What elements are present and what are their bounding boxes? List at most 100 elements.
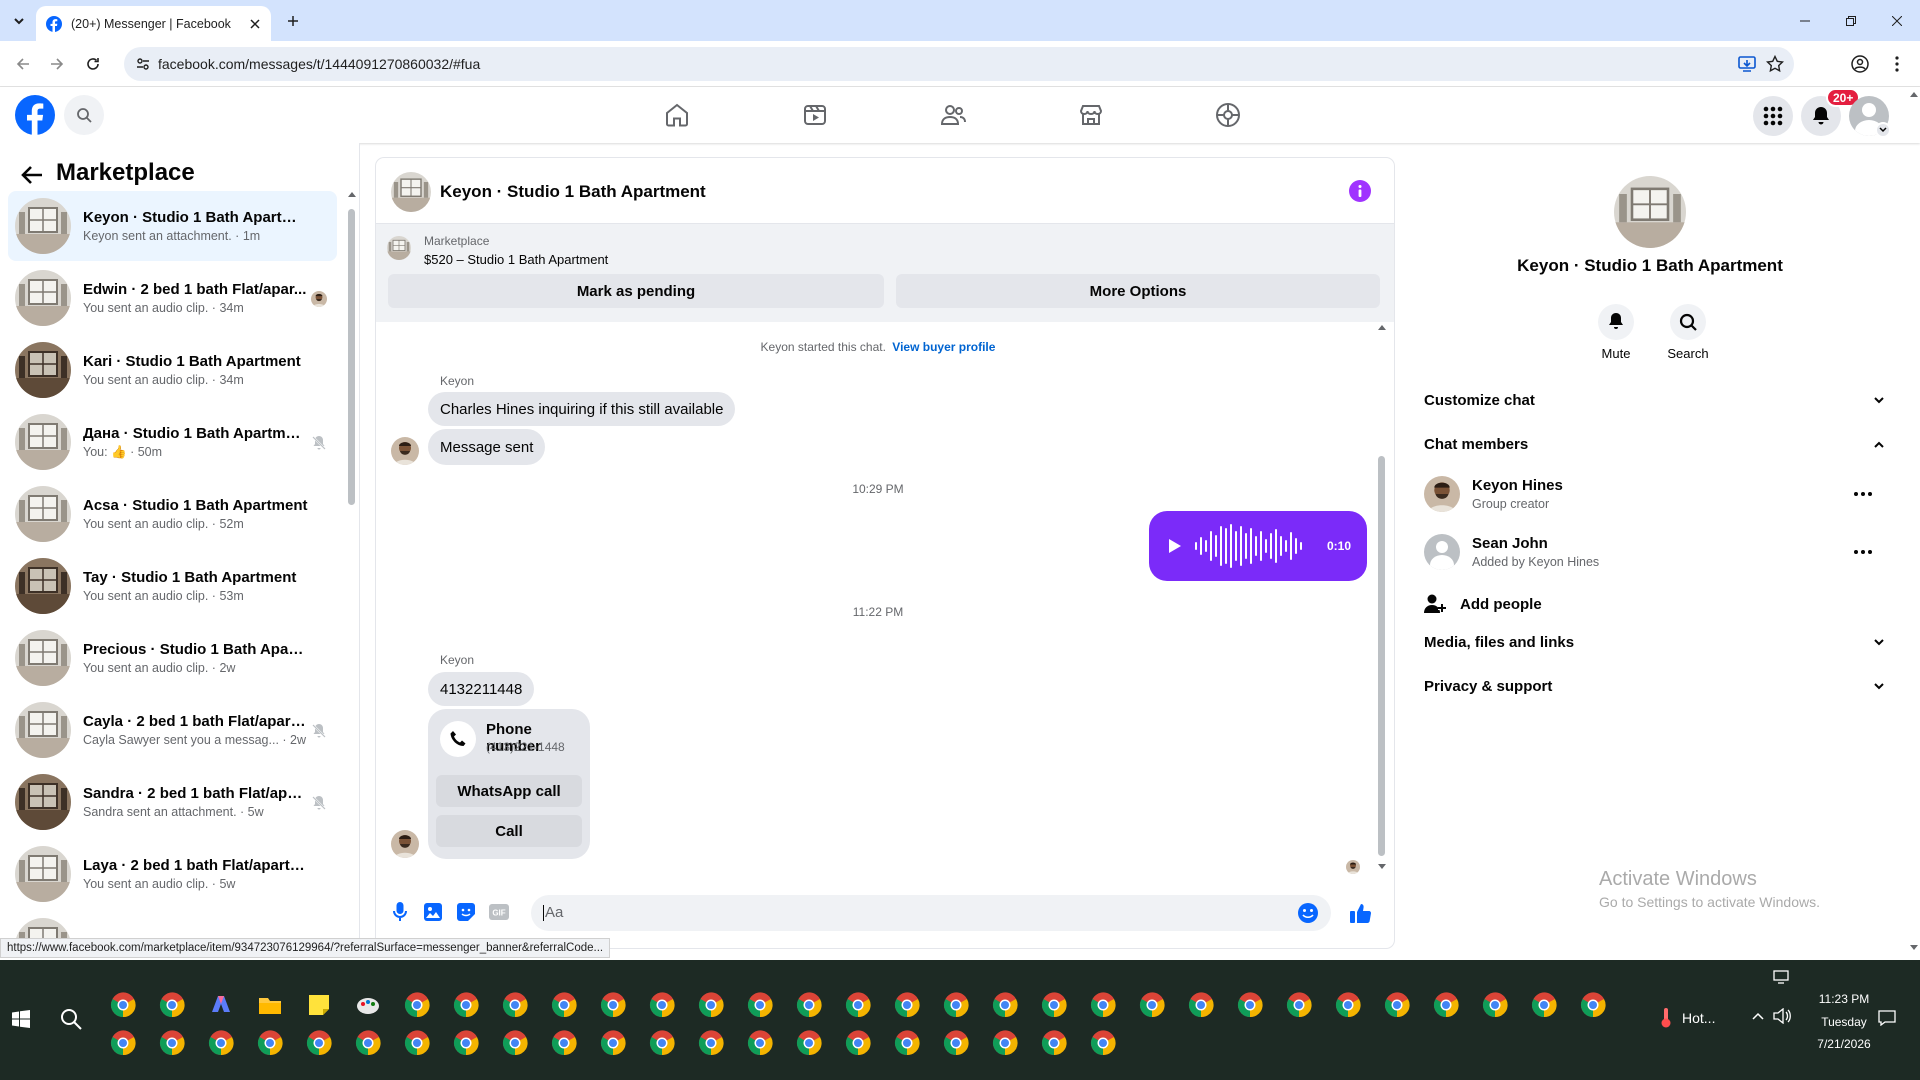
chrome-app-icon[interactable] <box>1041 992 1067 1018</box>
more-options-icon[interactable] <box>1854 492 1872 496</box>
profile-button[interactable] <box>1845 49 1875 79</box>
customize-chat-section[interactable]: Customize chat <box>1424 382 1884 418</box>
call-button[interactable]: Call <box>436 815 582 847</box>
facebook-logo[interactable] <box>15 95 55 135</box>
chrome-app-icon[interactable] <box>110 1030 136 1056</box>
chrome-app-icon[interactable] <box>796 1030 822 1056</box>
chrome-app-icon[interactable] <box>453 992 479 1018</box>
chat-list-item[interactable]: Precious · Studio 1 Bath Apartm... You se… <box>8 623 337 693</box>
scrollbar-thumb[interactable] <box>348 209 355 505</box>
chrome-app-icon[interactable] <box>1531 992 1557 1018</box>
start-button[interactable] <box>12 1010 36 1034</box>
taskbar-search-button[interactable] <box>60 1008 84 1032</box>
site-info-icon[interactable] <box>136 57 150 71</box>
chrome-app-icon[interactable] <box>159 992 185 1018</box>
chrome-app-icon[interactable] <box>698 1030 724 1056</box>
chrome-app-icon[interactable] <box>306 1030 332 1056</box>
new-tab-button[interactable] <box>282 10 304 32</box>
chrome-app-icon[interactable] <box>1580 992 1606 1018</box>
chrome-app-icon[interactable] <box>208 1030 234 1056</box>
nav-friends[interactable] <box>933 97 973 133</box>
privacy-support-section[interactable]: Privacy & support <box>1424 668 1884 704</box>
chat-members-section[interactable]: Chat members <box>1424 426 1884 462</box>
scrollbar-thumb[interactable] <box>1378 456 1385 856</box>
notification-center-icon[interactable] <box>1773 970 1789 984</box>
chrome-app-icon[interactable] <box>747 1030 773 1056</box>
sender-avatar[interactable] <box>391 830 419 858</box>
tray-chevron-up-icon[interactable] <box>1752 1012 1764 1020</box>
banner-item[interactable]: $520 – Studio 1 Bath Apartment <box>424 252 608 267</box>
search-button[interactable] <box>64 95 104 135</box>
paint-icon[interactable] <box>355 992 381 1018</box>
tab-search-button[interactable] <box>8 10 30 32</box>
send-like-button[interactable] <box>1346 898 1376 928</box>
chrome-app-icon[interactable] <box>1041 1030 1067 1056</box>
chat-list-item[interactable]: Laya · 2 bed 1 bath Flat/apartment You se… <box>8 839 337 909</box>
close-tab-icon[interactable] <box>249 18 261 30</box>
chrome-app-icon[interactable] <box>796 992 822 1018</box>
mark-as-pending-button[interactable]: Mark as pending <box>388 274 884 308</box>
chat-list-item[interactable]: Sandra · 2 bed 1 bath Flat/apa... Sandra … <box>8 767 337 837</box>
restore-button[interactable] <box>1828 0 1874 41</box>
chrome-app-icon[interactable] <box>159 1030 185 1056</box>
nav-gaming[interactable] <box>1208 97 1248 133</box>
chrome-app-icon[interactable] <box>404 1030 430 1056</box>
chrome-app-icon[interactable] <box>453 1030 479 1056</box>
chat-list-item[interactable]: Keyon · Studio 1 Bath Apartment Keyon sen… <box>8 191 337 261</box>
chrome-app-icon[interactable] <box>649 992 675 1018</box>
member-row[interactable]: Keyon Hines Group creator <box>1424 472 1884 520</box>
chrome-app-icon[interactable] <box>845 1030 871 1056</box>
chat-list-item[interactable]: Cayla · 2 bed 1 bath Flat/apart... Cayla … <box>8 695 337 765</box>
whatsapp-call-button[interactable]: WhatsApp call <box>436 775 582 807</box>
sticky-notes-icon[interactable] <box>306 992 332 1018</box>
chrome-app-icon[interactable] <box>943 992 969 1018</box>
info-button[interactable] <box>1349 180 1371 202</box>
chrome-app-icon[interactable] <box>747 992 773 1018</box>
chrome-app-icon[interactable] <box>698 992 724 1018</box>
conversation-title[interactable]: Keyon · Studio 1 Bath Apartment <box>440 182 706 202</box>
notifications-button[interactable]: 20+ <box>1801 88 1861 136</box>
chrome-app-icon[interactable] <box>992 1030 1018 1056</box>
install-app-icon[interactable] <box>1738 55 1756 73</box>
scrollbar-track[interactable] <box>348 191 356 951</box>
chrome-app-icon[interactable] <box>1188 992 1214 1018</box>
emoji-button[interactable] <box>1297 902 1319 924</box>
add-people-button[interactable]: Add people <box>1424 586 1884 622</box>
volume-icon[interactable] <box>1773 1008 1791 1024</box>
chrome-app-icon[interactable] <box>1433 992 1459 1018</box>
forward-button[interactable] <box>42 49 72 79</box>
weather-widget[interactable]: Hot... <box>1660 1008 1715 1028</box>
back-button[interactable] <box>8 49 38 79</box>
play-icon[interactable] <box>1169 539 1181 553</box>
chrome-app-icon[interactable] <box>502 1030 528 1056</box>
chrome-app-icon[interactable] <box>355 1030 381 1056</box>
chrome-app-icon[interactable] <box>1286 992 1312 1018</box>
chrome-app-icon[interactable] <box>404 992 430 1018</box>
chrome-app-icon[interactable] <box>1482 992 1508 1018</box>
message-bubble[interactable]: Charles Hines inquiring if this still av… <box>428 392 736 426</box>
nav-marketplace[interactable] <box>1071 97 1111 133</box>
message-bubble[interactable]: Message sent <box>428 429 546 465</box>
chat-list-item[interactable]: Дана · Studio 1 Bath Apartment You: 👍 · 5… <box>8 407 337 477</box>
account-button[interactable] <box>1849 96 1891 138</box>
chrome-app-icon[interactable] <box>502 992 528 1018</box>
address-bar[interactable]: facebook.com/messages/t/1444091270860032… <box>124 47 1794 81</box>
more-options-icon[interactable] <box>1854 550 1872 554</box>
more-options-button[interactable]: More Options <box>896 274 1380 308</box>
minimize-button[interactable] <box>1782 0 1828 41</box>
message-input[interactable]: Aa <box>531 895 1331 931</box>
chrome-app-icon[interactable] <box>1237 992 1263 1018</box>
chrome-app-icon[interactable] <box>600 992 626 1018</box>
chrome-app-icon[interactable] <box>1090 992 1116 1018</box>
clock-day[interactable]: Tuesday <box>1804 1015 1884 1029</box>
nav-home[interactable] <box>657 97 697 133</box>
reload-button[interactable] <box>78 49 108 79</box>
bookmark-star-icon[interactable] <box>1766 55 1784 73</box>
chat-list-item[interactable]: Tay · Studio 1 Bath Apartment You sent an… <box>8 551 337 621</box>
clock-date[interactable]: 7/21/2026 <box>1804 1037 1884 1051</box>
chrome-app-icon[interactable] <box>257 1030 283 1056</box>
action-center-icon[interactable] <box>1878 1010 1896 1026</box>
chrome-app-icon[interactable] <box>894 1030 920 1056</box>
chat-list-item[interactable]: Edwin · 2 bed 1 bath Flat/apar... You sen… <box>8 263 337 333</box>
chrome-app-icon[interactable] <box>600 1030 626 1056</box>
